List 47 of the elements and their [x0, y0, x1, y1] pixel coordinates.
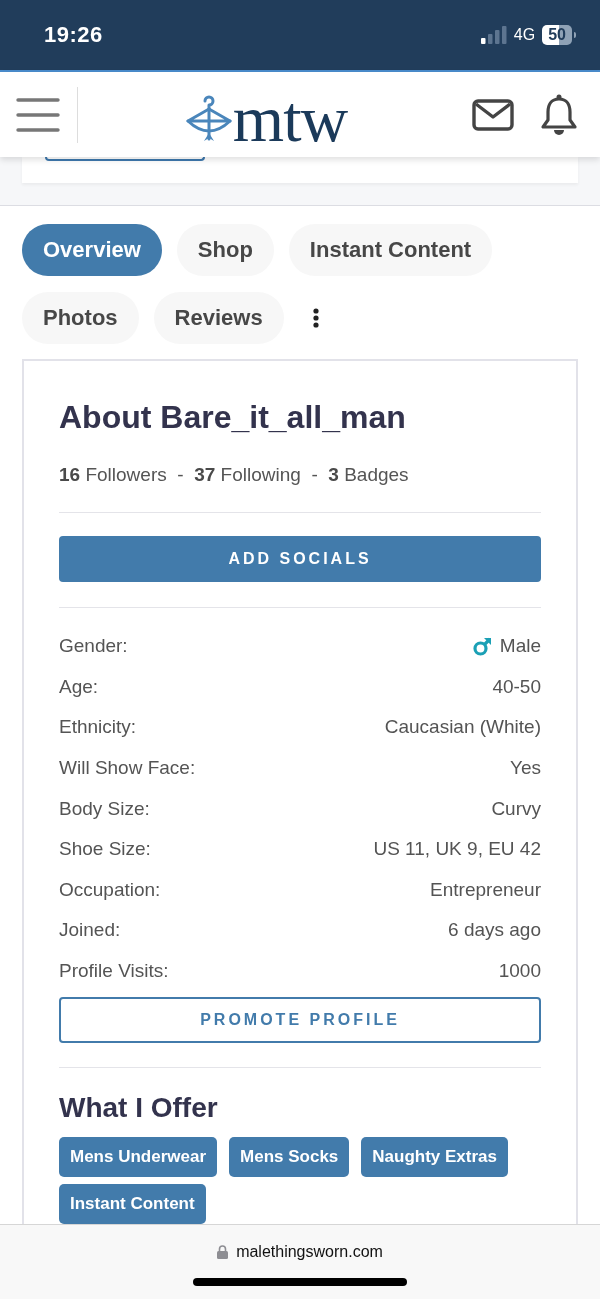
detail-value: Male	[499, 634, 541, 659]
tab[interactable]: Overview	[22, 224, 162, 276]
messages-button[interactable]	[472, 98, 514, 131]
detail-label: Will Show Face:	[59, 756, 196, 781]
envelope-icon	[472, 98, 514, 131]
detail-value: 40-50	[492, 674, 541, 699]
male-symbol-icon	[472, 636, 492, 656]
site-logo[interactable]: mtw	[232, 92, 348, 145]
signal-icon	[480, 26, 507, 44]
category-tag[interactable]: Mens Underwear	[59, 1137, 218, 1178]
hanger-logo-icon	[184, 94, 233, 143]
promote-profile-button[interactable]: PROMOTE PROFILE	[59, 997, 541, 1044]
notifications-button[interactable]	[540, 93, 578, 136]
profile-stats: 16 Followers - 37 Following - 3 Badges	[59, 463, 410, 487]
detail-value: 6 days ago	[448, 918, 541, 943]
profile-heading: About Bare_it_all_man	[59, 398, 407, 437]
section-heading: What I Offer	[59, 1091, 219, 1126]
detail-label: Shoe Size:	[59, 837, 151, 862]
category-tag[interactable]: Instant Content	[59, 1184, 206, 1224]
detail-value: Caucasian (White)	[384, 715, 541, 740]
more-icon	[312, 308, 319, 328]
detail-value: US 11, UK 9, EU 42	[373, 837, 541, 862]
detail-label: Body Size:	[59, 796, 150, 821]
detail-label: Profile Visits:	[59, 959, 169, 984]
tab[interactable]: Photos	[22, 292, 139, 344]
detail-label: Ethnicity:	[59, 715, 137, 740]
bell-icon	[540, 93, 578, 136]
tab[interactable]: Shop	[176, 224, 274, 276]
detail-label: Occupation:	[59, 877, 161, 902]
add-socials-button[interactable]: ADD SOCIALS	[59, 536, 541, 582]
tab[interactable]: Instant Content	[288, 224, 493, 276]
menu-button[interactable]	[16, 97, 60, 132]
detail-label: Gender:	[59, 634, 128, 659]
menu-icon	[16, 97, 60, 132]
network-type: 4G	[513, 26, 536, 44]
detail-value: Entrepreneur	[430, 877, 541, 902]
detail-value: Yes	[510, 756, 541, 781]
page-url[interactable]: malethingsworn.com	[236, 1243, 383, 1261]
detail-value: 1000	[498, 959, 541, 984]
detail-label: Age:	[59, 674, 99, 699]
tab[interactable]: Reviews	[153, 292, 284, 344]
clock-time: 19:26	[44, 22, 103, 48]
detail-label: Joined:	[59, 918, 121, 943]
lock-icon	[217, 1245, 229, 1259]
detail-value: Curvy	[491, 796, 541, 821]
category-tag[interactable]: Naughty Extras	[361, 1137, 508, 1178]
category-tag[interactable]: Mens Socks	[229, 1137, 350, 1178]
